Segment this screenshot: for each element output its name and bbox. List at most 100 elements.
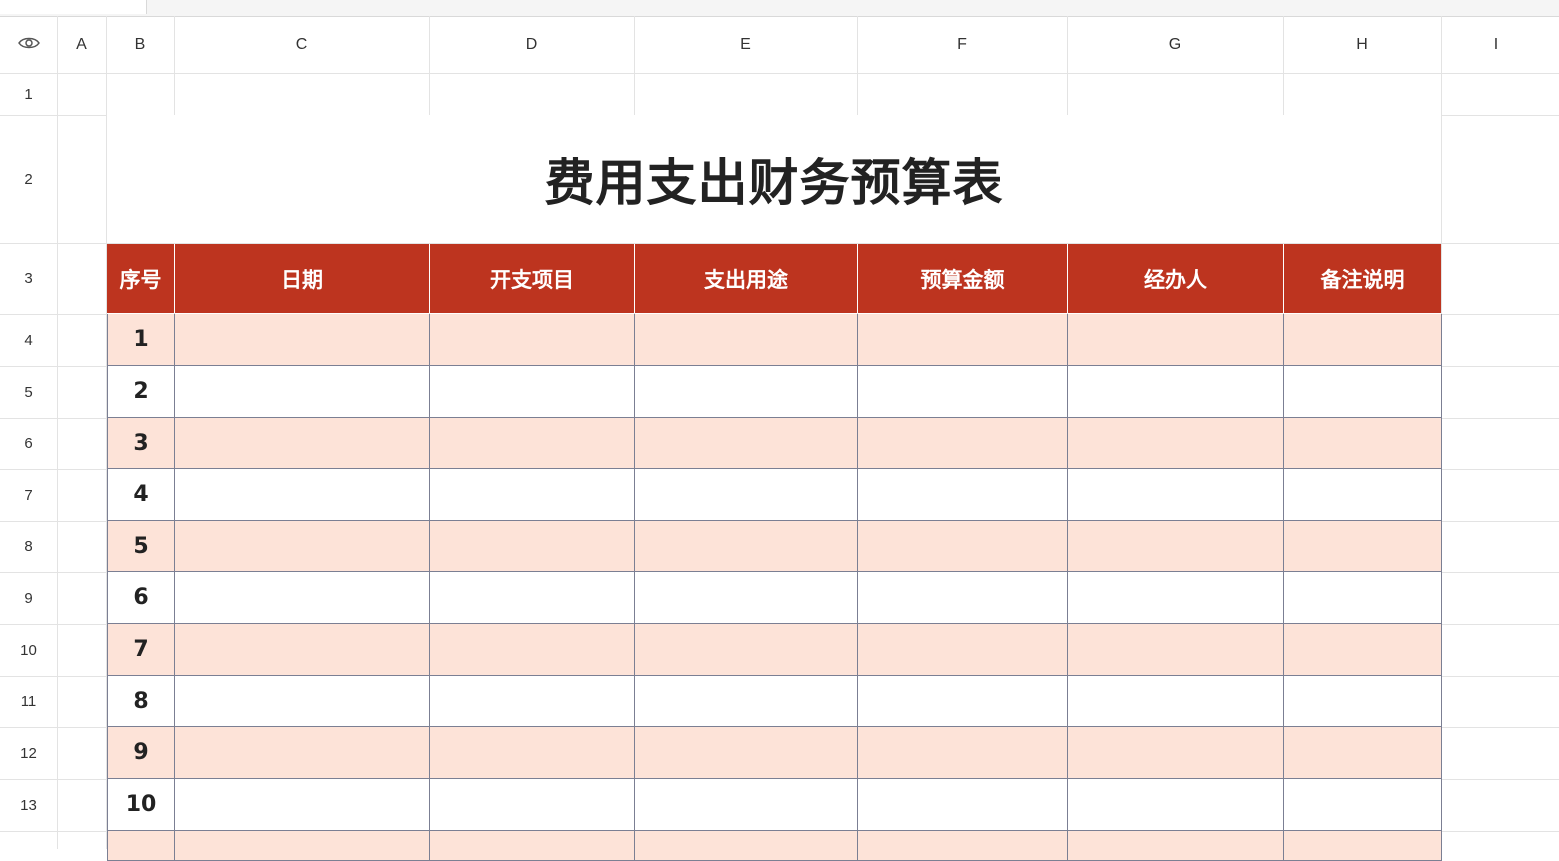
row-header[interactable]: 1 [0,73,57,115]
data-cell-index[interactable]: 10 [107,779,175,831]
data-cell-notes[interactable] [1284,779,1442,831]
data-cell-handler[interactable] [1068,624,1284,676]
data-cell-handler[interactable] [1068,469,1284,521]
header-cell-date[interactable]: 日期 [175,244,430,313]
data-cell-index[interactable]: 3 [107,418,175,469]
data-cell-notes[interactable] [1284,418,1442,469]
data-cell-date[interactable] [175,366,430,418]
data-cell-notes[interactable] [1284,572,1442,624]
data-cell-amount[interactable] [858,624,1068,676]
row-header[interactable]: 5 [0,366,57,418]
data-cell-index[interactable] [107,831,175,861]
data-cell-notes[interactable] [1284,624,1442,676]
select-all-corner[interactable] [0,16,57,73]
column-header-h[interactable]: H [1283,16,1441,73]
data-cell-handler[interactable] [1068,727,1284,779]
data-cell-purpose[interactable] [635,624,858,676]
data-cell-handler[interactable] [1068,314,1284,366]
data-cell-index[interactable]: 7 [107,624,175,676]
data-cell-amount[interactable] [858,831,1068,861]
data-cell-amount[interactable] [858,366,1068,418]
row-header[interactable]: 13 [0,779,57,831]
data-cell-amount[interactable] [858,779,1068,831]
row-header[interactable]: 10 [0,624,57,676]
row-header[interactable]: 8 [0,521,57,572]
column-header-i[interactable]: I [1441,16,1551,73]
data-cell-date[interactable] [175,314,430,366]
column-header-a[interactable]: A [57,16,106,73]
header-cell-index[interactable]: 序号 [107,244,175,313]
data-cell-date[interactable] [175,572,430,624]
row-header[interactable]: 9 [0,572,57,624]
data-cell-index[interactable]: 4 [107,469,175,521]
data-cell-purpose[interactable] [635,676,858,727]
data-cell-purpose[interactable] [635,572,858,624]
column-header-f[interactable]: F [857,16,1067,73]
row-header[interactable]: 3 [0,243,57,314]
row-header[interactable]: 6 [0,418,57,469]
header-cell-purpose[interactable]: 支出用途 [635,244,858,313]
data-cell-purpose[interactable] [635,831,858,861]
data-cell-handler[interactable] [1068,572,1284,624]
data-cell-index[interactable]: 8 [107,676,175,727]
data-cell-amount[interactable] [858,314,1068,366]
data-cell-item[interactable] [430,314,635,366]
data-cell-purpose[interactable] [635,469,858,521]
data-cell-notes[interactable] [1284,676,1442,727]
data-cell-handler[interactable] [1068,676,1284,727]
data-cell-date[interactable] [175,469,430,521]
data-cell-amount[interactable] [858,676,1068,727]
data-cell-purpose[interactable] [635,314,858,366]
data-cell-date[interactable] [175,521,430,572]
data-cell-item[interactable] [430,418,635,469]
data-cell-amount[interactable] [858,469,1068,521]
table-title[interactable]: 费用支出财务预算表 [107,115,1441,243]
data-cell-purpose[interactable] [635,418,858,469]
data-cell-purpose[interactable] [635,779,858,831]
data-cell-date[interactable] [175,418,430,469]
data-cell-item[interactable] [430,624,635,676]
data-cell-date[interactable] [175,779,430,831]
header-cell-amount[interactable]: 预算金额 [858,244,1068,313]
column-header-c[interactable]: C [174,16,429,73]
data-cell-handler[interactable] [1068,418,1284,469]
column-header-e[interactable]: E [634,16,857,73]
row-header[interactable]: 11 [0,676,57,727]
header-cell-handler[interactable]: 经办人 [1068,244,1284,313]
data-cell-amount[interactable] [858,521,1068,572]
row-header[interactable]: 4 [0,314,57,366]
data-cell-index[interactable]: 1 [107,314,175,366]
data-cell-amount[interactable] [858,418,1068,469]
data-cell-index[interactable]: 2 [107,366,175,418]
row-header[interactable]: 7 [0,469,57,521]
data-cell-amount[interactable] [858,727,1068,779]
data-cell-item[interactable] [430,676,635,727]
header-cell-notes[interactable]: 备注说明 [1284,244,1441,313]
data-cell-handler[interactable] [1068,831,1284,861]
data-cell-index[interactable]: 6 [107,572,175,624]
data-cell-purpose[interactable] [635,521,858,572]
column-header-g[interactable]: G [1067,16,1283,73]
data-cell-item[interactable] [430,831,635,861]
data-cell-notes[interactable] [1284,314,1442,366]
data-cell-notes[interactable] [1284,831,1442,861]
data-cell-date[interactable] [175,624,430,676]
data-cell-notes[interactable] [1284,366,1442,418]
data-cell-index[interactable]: 5 [107,521,175,572]
data-cell-handler[interactable] [1068,779,1284,831]
data-cell-item[interactable] [430,727,635,779]
data-cell-item[interactable] [430,779,635,831]
data-cell-item[interactable] [430,572,635,624]
data-cell-notes[interactable] [1284,469,1442,521]
data-cell-item[interactable] [430,366,635,418]
sheet-tab[interactable] [0,0,147,14]
data-cell-item[interactable] [430,469,635,521]
data-cell-notes[interactable] [1284,521,1442,572]
row-header[interactable]: 12 [0,727,57,779]
data-cell-date[interactable] [175,676,430,727]
data-cell-purpose[interactable] [635,727,858,779]
data-cell-amount[interactable] [858,572,1068,624]
data-cell-item[interactable] [430,521,635,572]
data-cell-purpose[interactable] [635,366,858,418]
data-cell-date[interactable] [175,831,430,861]
